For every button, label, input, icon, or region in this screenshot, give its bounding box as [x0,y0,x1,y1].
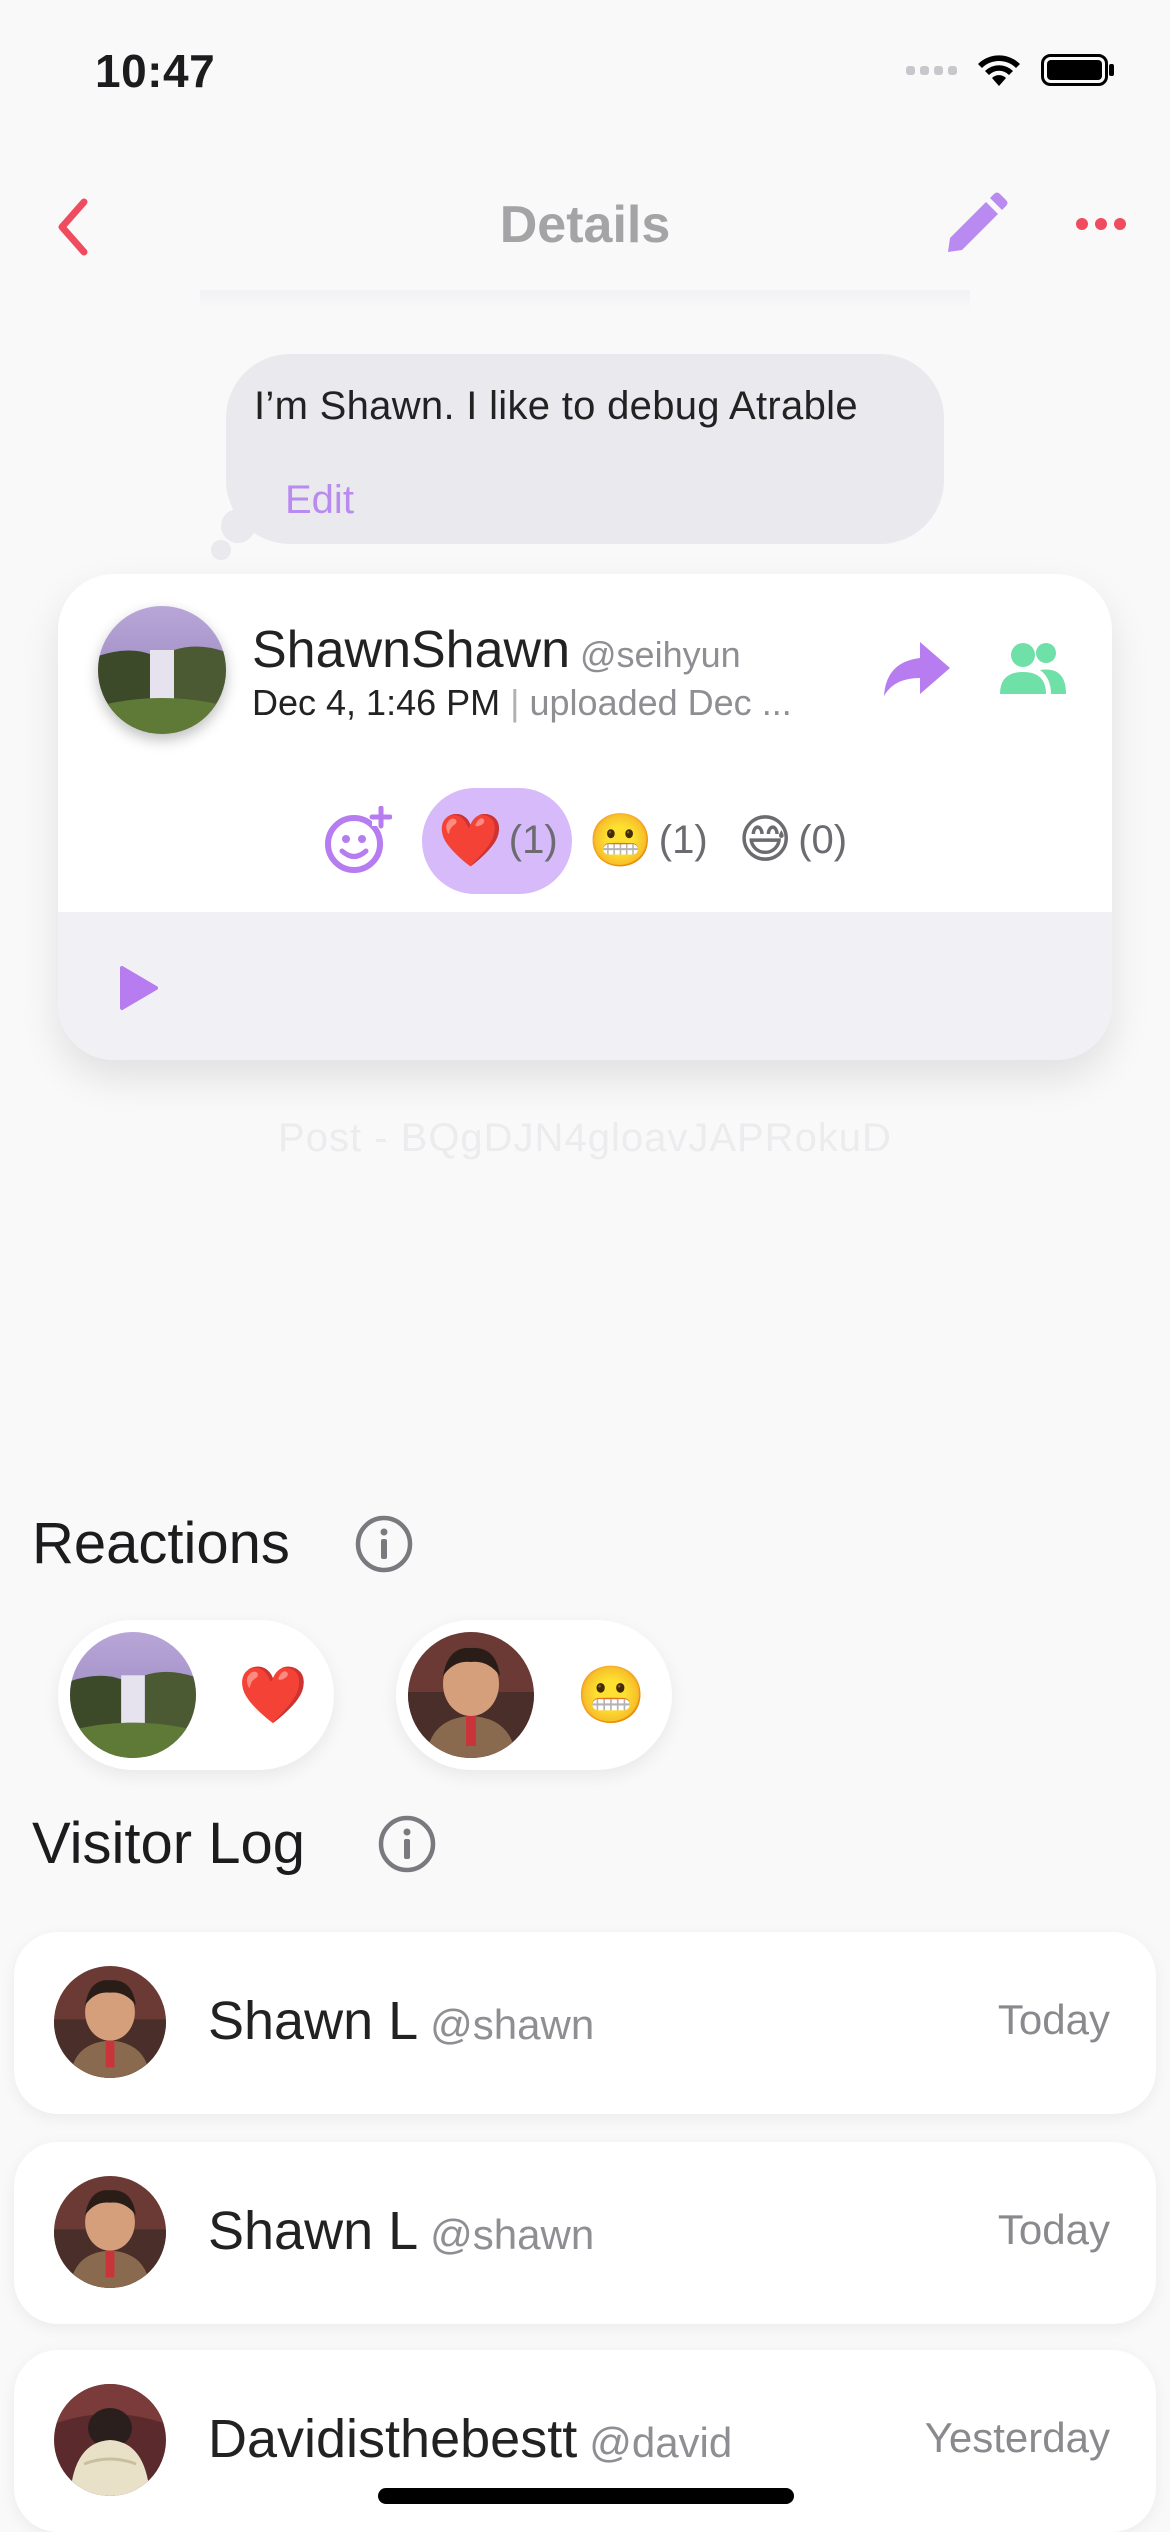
share-icon[interactable] [880,638,952,700]
visitor-handle: @shawn [430,2211,595,2258]
avatar [408,1632,534,1758]
post-author-handle: @seihyun [580,634,741,675]
reaction-count: (1) [508,818,558,862]
edit-pencil-icon[interactable] [940,190,1010,260]
visitor-log-title: Visitor Log [32,1811,305,1876]
info-icon[interactable] [377,1814,437,1874]
visitor-handle: @david [589,2419,733,2466]
visitor-handle: @shawn [430,2001,595,2048]
reaction-count: (0) [798,817,848,862]
battery-icon [1041,54,1114,86]
status-icons [906,52,1115,88]
nav-divider [200,290,970,310]
reaction-grimace[interactable]: 😬 (1) [588,810,708,871]
heart-emoji: ❤️ [238,1663,308,1726]
post-uploaded: uploaded Dec ... [529,682,792,723]
avatar [54,2384,166,2496]
bubble-tail-dot [211,540,231,560]
avatar [70,1632,196,1758]
post-author-avatar[interactable] [98,606,226,734]
sweat-smile-emoji: 😅 [738,811,793,869]
avatar [54,1966,166,2078]
visitor-row[interactable]: Shawn L @shawn Today [14,2142,1156,2324]
reactor-chip[interactable]: ❤️ [58,1620,334,1770]
visitor-user: Davidisthebestt @david [208,2408,732,2470]
visitor-name: Shawn L [208,2201,419,2261]
add-reaction-icon[interactable] [322,806,392,876]
info-icon[interactable] [354,1514,414,1574]
group-icon[interactable] [996,640,1068,698]
reaction-sweat-smile[interactable]: 😅 (0) [738,810,847,870]
status-time: 10:47 [95,45,216,97]
post-id: Post - BQgDJN4gloavJAPRokuD [278,1116,892,1160]
avatar [54,2176,166,2288]
reactions-title: Reactions [32,1511,290,1576]
reaction-count: (1) [658,818,708,862]
grimace-emoji: 😬 [588,812,653,870]
cellular-signal-icon [906,65,957,75]
post-author[interactable]: ShawnShawn @seihyun [252,620,741,680]
visitor-time: Today [997,1996,1110,2043]
visitor-user: Shawn L @shawn [208,2200,594,2262]
reaction-heart[interactable]: ❤️ (1) [438,810,558,871]
visitor-name: Davidisthebestt [208,2409,578,2469]
bio-edit-link[interactable]: Edit [285,478,354,523]
visitor-name: Shawn L [208,1991,419,2051]
post-meta: Dec 4, 1:46 PM | uploaded Dec ... [252,682,792,724]
visitor-row[interactable]: Davidisthebestt @david Yesterday [14,2350,1156,2532]
heart-emoji: ❤️ [438,812,503,870]
bubble-tail [221,509,255,543]
post-meta-separator: | [510,682,520,723]
post-media-bar [58,912,1112,1060]
visitor-time: Today [997,2206,1110,2253]
more-options-button[interactable] [1076,218,1128,234]
grimace-emoji: 😬 [576,1663,646,1726]
reactor-chip[interactable]: 😬 [396,1620,672,1770]
visitor-user: Shawn L @shawn [208,1990,594,2052]
home-indicator [378,2488,794,2504]
play-icon[interactable] [116,964,160,1012]
visitor-row[interactable]: Shawn L @shawn Today [14,1932,1156,2114]
post-author-name: ShawnShawn [252,621,570,679]
wifi-icon [978,55,1020,86]
visitor-time: Yesterday [924,2414,1110,2461]
post-date: Dec 4, 1:46 PM [252,682,501,723]
bio-text: I’m Shawn. I like to debug Atrable [254,384,858,428]
